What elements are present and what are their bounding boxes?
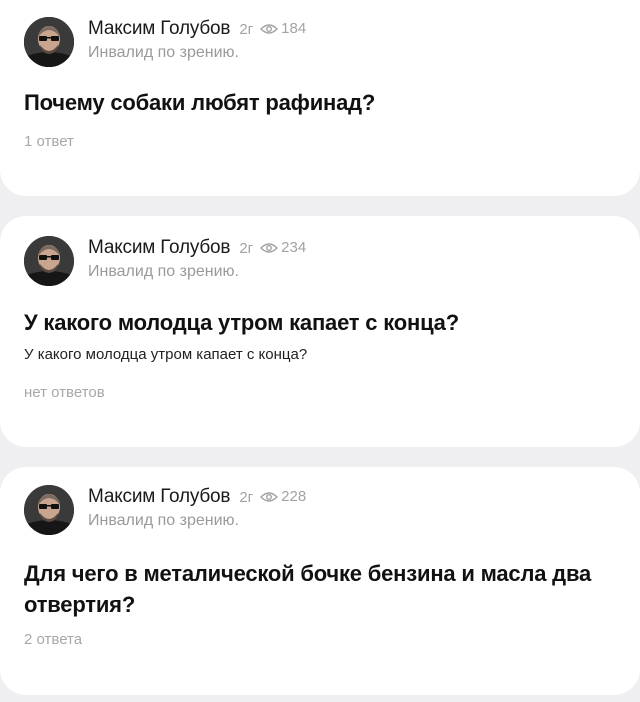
eye-icon bbox=[260, 243, 279, 253]
author-block[interactable]: Максим Голубов 2г 184 Инвалид по зрению. bbox=[24, 17, 306, 67]
author-avatar[interactable] bbox=[24, 17, 74, 67]
author-status: Инвалид по зрению. bbox=[88, 512, 239, 529]
question-title[interactable]: Почему собаки любят рафинад? bbox=[24, 87, 610, 118]
author-avatar[interactable] bbox=[24, 485, 74, 535]
question-card[interactable]: Максим Голубов 2г 184 Инвалид по зрению.… bbox=[0, 0, 640, 196]
question-title[interactable]: У какого молодца утром капает с конца? bbox=[24, 307, 610, 338]
author-name[interactable]: Максим Голубов bbox=[88, 18, 231, 40]
author-block[interactable]: Максим Голубов 2г 228 Инвалид по зрению. bbox=[24, 485, 306, 535]
views-count: 234 bbox=[281, 238, 307, 256]
author-block[interactable]: Максим Голубов 2г 234 Инвалид по зрению. bbox=[24, 236, 306, 286]
post-age: 2г bbox=[239, 21, 254, 38]
views-count: 184 bbox=[281, 19, 307, 37]
author-avatar[interactable] bbox=[24, 236, 74, 286]
answers-count[interactable]: 2 ответа bbox=[24, 631, 82, 648]
post-age: 2г bbox=[239, 489, 254, 506]
post-age: 2г bbox=[239, 240, 254, 257]
eye-icon bbox=[260, 24, 279, 34]
views-counter: 228 bbox=[260, 488, 306, 505]
views-count: 228 bbox=[281, 487, 307, 505]
eye-icon bbox=[260, 492, 279, 502]
questions-feed: Максим Голубов 2г 184 Инвалид по зрению.… bbox=[0, 0, 640, 702]
views-counter: 184 bbox=[260, 20, 306, 37]
question-body[interactable]: У какого молодца утром капает с конца? bbox=[24, 346, 610, 363]
question-title[interactable]: Для чего в металической бочке бензина и … bbox=[24, 558, 610, 620]
author-name[interactable]: Максим Голубов bbox=[88, 237, 231, 259]
views-counter: 234 bbox=[260, 239, 306, 256]
author-name[interactable]: Максим Голубов bbox=[88, 486, 231, 508]
question-card[interactable]: Максим Голубов 2г 234 Инвалид по зрению.… bbox=[0, 216, 640, 447]
author-status: Инвалид по зрению. bbox=[88, 44, 239, 61]
author-status: Инвалид по зрению. bbox=[88, 263, 239, 280]
answers-count[interactable]: нет ответов bbox=[24, 384, 105, 401]
answers-count[interactable]: 1 ответ bbox=[24, 133, 74, 150]
question-card[interactable]: Максим Голубов 2г 228 Инвалид по зрению.… bbox=[0, 467, 640, 695]
